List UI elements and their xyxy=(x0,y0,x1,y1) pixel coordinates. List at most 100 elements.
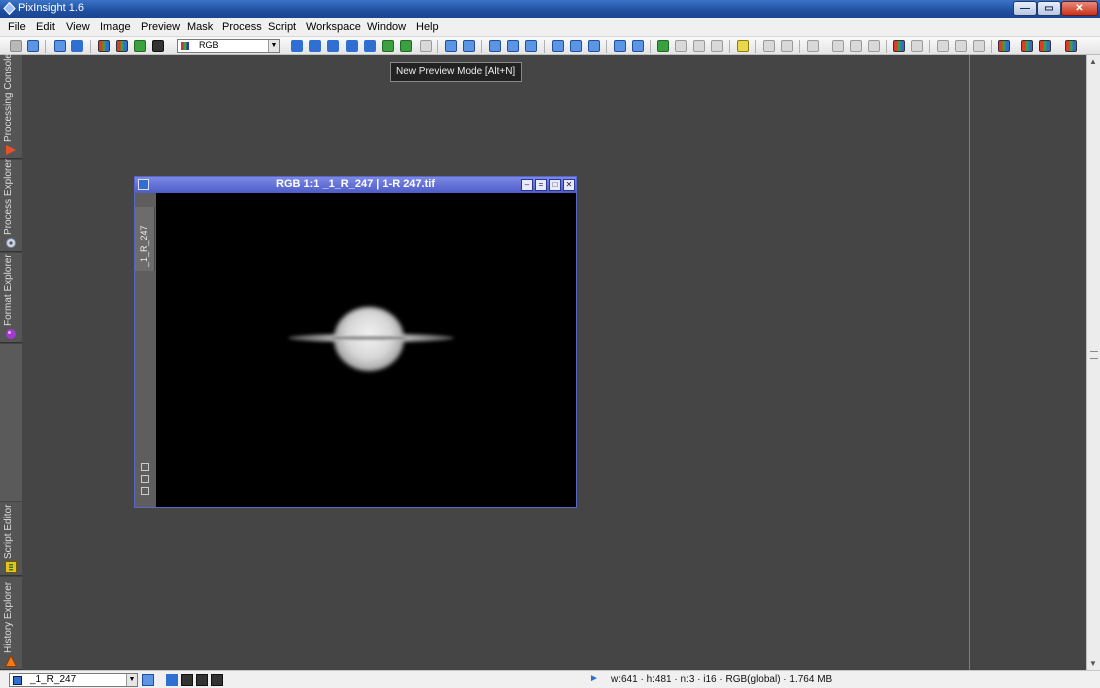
color-calibration-icon[interactable] xyxy=(1021,40,1033,52)
zoom-in-icon[interactable] xyxy=(445,40,457,52)
scroll-grip[interactable] xyxy=(1090,351,1098,359)
scroll-up-icon[interactable]: ▲ xyxy=(1089,57,1097,66)
maximize-button[interactable]: ▭ xyxy=(1037,1,1061,16)
menu-edit[interactable]: Edit xyxy=(36,21,55,33)
tab-format-explorer[interactable]: Format Explorer xyxy=(0,253,22,343)
tab-history-explorer[interactable]: History Explorer xyxy=(0,577,22,670)
mask-show-icon[interactable] xyxy=(657,40,669,52)
mask-invert-icon[interactable] xyxy=(693,40,705,52)
image-window[interactable]: RGB 1:1 _1_R_247 | 1-R 247.tif – = □ ✕ _… xyxy=(134,176,577,508)
rgb-channels-icon[interactable] xyxy=(98,40,110,52)
minimize-button[interactable]: — xyxy=(1013,1,1037,16)
menu-view[interactable]: View xyxy=(66,21,90,33)
chevron-down-icon[interactable]: ▼ xyxy=(268,40,279,52)
new-preview-mode-icon[interactable] xyxy=(382,40,394,52)
pointer-icon[interactable] xyxy=(420,40,432,52)
image-window-minimize-button[interactable]: – xyxy=(521,179,533,191)
open-image-icon[interactable] xyxy=(71,40,83,52)
edit-preview-icon[interactable] xyxy=(400,40,412,52)
frame-icon[interactable] xyxy=(868,40,880,52)
preview-clone-icon[interactable] xyxy=(141,475,149,483)
curves-icon[interactable] xyxy=(911,40,923,52)
image-window-caption: RGB 1:1 _1_R_247 | 1-R 247.tif xyxy=(276,178,435,190)
window-fit-icon[interactable] xyxy=(552,40,564,52)
screen-1-icon[interactable] xyxy=(614,40,626,52)
image-window-close-button[interactable]: ✕ xyxy=(563,179,575,191)
display-mode-3-icon[interactable] xyxy=(196,674,208,686)
image-canvas[interactable] xyxy=(156,193,576,507)
scroll-down-icon[interactable]: ▼ xyxy=(1089,659,1097,668)
image-window-titlebar[interactable]: RGB 1:1 _1_R_247 | 1-R 247.tif – = □ ✕ xyxy=(135,177,576,193)
toolbar-separator xyxy=(755,40,756,53)
color-manage-icon[interactable] xyxy=(1065,40,1077,52)
history-forward-icon[interactable] xyxy=(781,40,793,52)
hand-icon[interactable] xyxy=(807,40,819,52)
menu-workspace[interactable]: Workspace xyxy=(306,21,361,33)
copy-icon[interactable] xyxy=(832,40,844,52)
display-mode-2-icon[interactable] xyxy=(181,674,193,686)
zoom-2-icon[interactable] xyxy=(507,40,519,52)
display-mode-1-icon[interactable] xyxy=(166,674,178,686)
menu-image[interactable]: Image xyxy=(100,21,131,33)
mask-enable-icon[interactable] xyxy=(675,40,687,52)
window-cascade-icon[interactable] xyxy=(570,40,582,52)
toolbar-separator xyxy=(991,40,992,53)
image-window-shade-button[interactable]: = xyxy=(535,179,547,191)
play-icon[interactable]: ► xyxy=(589,673,599,684)
color-saturation-icon[interactable] xyxy=(1039,40,1051,52)
fit-view-icon[interactable] xyxy=(309,40,321,52)
process-2-icon[interactable] xyxy=(955,40,967,52)
menu-script[interactable]: Script xyxy=(268,21,296,33)
zoom-out-icon[interactable] xyxy=(463,40,475,52)
view-selector[interactable]: _1_R_247 ▼ xyxy=(9,673,138,687)
menu-mask[interactable]: Mask xyxy=(187,21,213,33)
readout-mode-icon[interactable] xyxy=(364,40,376,52)
move-icon[interactable] xyxy=(291,40,303,52)
menu-process[interactable]: Process xyxy=(222,21,262,33)
crop-icon[interactable] xyxy=(850,40,862,52)
menu-file[interactable]: File xyxy=(8,21,26,33)
tab-processing-console[interactable]: Processing Console xyxy=(0,53,22,159)
tab-process-explorer[interactable]: Process Explorer xyxy=(0,159,22,252)
channel-lightness-icon[interactable] xyxy=(152,40,164,52)
menu-help[interactable]: Help xyxy=(416,21,439,33)
zoom-actual-icon[interactable] xyxy=(346,40,358,52)
channel-red-icon[interactable] xyxy=(116,40,128,52)
menu-window[interactable]: Window xyxy=(367,21,406,33)
preview-list-icon[interactable] xyxy=(141,487,149,495)
screen-2-icon[interactable] xyxy=(632,40,644,52)
toolbar-separator xyxy=(45,40,46,53)
process-1-icon[interactable] xyxy=(937,40,949,52)
color-display-icon[interactable] xyxy=(998,40,1010,52)
process-3-icon[interactable] xyxy=(973,40,985,52)
channel-green-icon[interactable] xyxy=(134,40,146,52)
rgb-swatch-icon xyxy=(181,42,189,50)
histogram-icon[interactable] xyxy=(893,40,905,52)
zoom-1-icon[interactable] xyxy=(489,40,501,52)
tab-script-editor[interactable]: Script Editor xyxy=(0,502,22,576)
history-back-icon[interactable] xyxy=(763,40,775,52)
new-image-icon[interactable] xyxy=(54,40,66,52)
workspace-scrollbar[interactable]: ▲ ▼ xyxy=(1086,55,1100,670)
pixinsight-logo-icon xyxy=(3,2,16,15)
redo-icon[interactable] xyxy=(27,40,39,52)
menu-bar: File Edit View Image Preview Mask Proces… xyxy=(0,18,1100,37)
stf-icon[interactable] xyxy=(737,40,749,52)
toolbar-separator xyxy=(437,40,438,53)
preview-shrink-icon[interactable] xyxy=(141,463,149,471)
undo-icon[interactable] xyxy=(10,40,22,52)
image-window-maximize-button[interactable]: □ xyxy=(549,179,561,191)
zoom-fit-icon[interactable] xyxy=(327,40,339,52)
zoom-3-icon[interactable] xyxy=(525,40,537,52)
toolbar-separator xyxy=(729,40,730,53)
chevron-down-icon[interactable]: ▼ xyxy=(126,674,137,686)
display-mode-4-icon[interactable] xyxy=(211,674,223,686)
close-button[interactable]: ✕ xyxy=(1061,1,1098,16)
mask-remove-icon[interactable] xyxy=(711,40,723,52)
view-tab-main[interactable]: _1_R_247 xyxy=(135,207,155,271)
view-explorer-icon[interactable] xyxy=(142,674,154,686)
left-dock-panel: Processing Console Process Explorer Form… xyxy=(0,53,22,670)
color-space-select[interactable]: RGB ▼ xyxy=(177,39,280,53)
window-tile-icon[interactable] xyxy=(588,40,600,52)
menu-preview[interactable]: Preview xyxy=(141,21,180,33)
